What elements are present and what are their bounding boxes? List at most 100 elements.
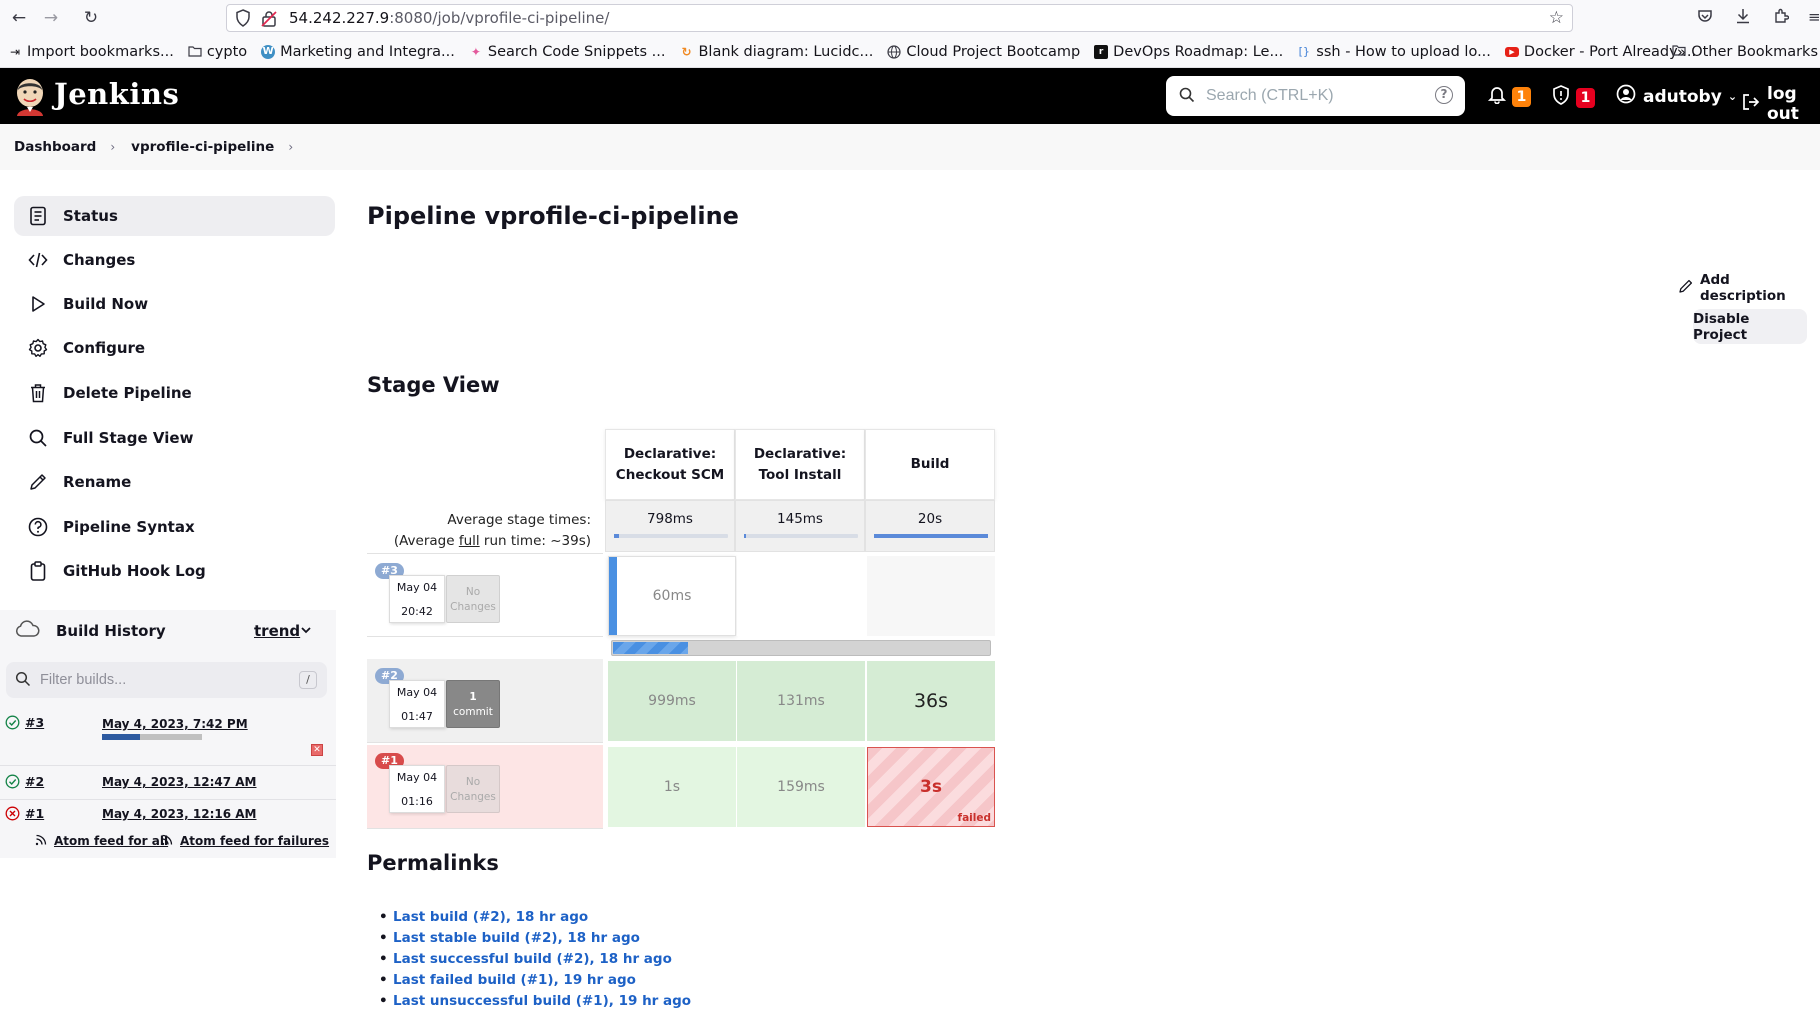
gear-icon bbox=[28, 338, 48, 358]
run-row-2[interactable]: #2 May 04 01:47 1 commit bbox=[367, 659, 603, 743]
atom-feed-failures-link[interactable]: Atom feed for failures bbox=[180, 834, 329, 848]
bookmark-star-icon[interactable]: ☆ bbox=[1549, 8, 1564, 28]
status-icon bbox=[28, 206, 48, 226]
search-box[interactable]: ? bbox=[1166, 76, 1465, 116]
sidebar-item-changes[interactable]: Changes bbox=[14, 240, 335, 280]
breadcrumb-job[interactable]: vprofile-ci-pipeline bbox=[131, 139, 274, 155]
downloads-icon[interactable] bbox=[1735, 8, 1751, 28]
notifications-button[interactable]: 1 bbox=[1487, 84, 1531, 109]
run-progress-bar bbox=[611, 640, 991, 656]
sidebar-item-rename[interactable]: Rename bbox=[14, 462, 335, 502]
back-icon[interactable]: ← bbox=[8, 7, 30, 29]
sidebar-item-pipeline-syntax[interactable]: Pipeline Syntax bbox=[14, 507, 335, 547]
stage-cell-failed[interactable]: 3s failed bbox=[867, 747, 995, 827]
security-button[interactable]: 1 bbox=[1551, 84, 1595, 111]
search-input[interactable] bbox=[1206, 87, 1416, 105]
success-icon bbox=[5, 715, 20, 733]
bookmark-snippets[interactable]: ✦ Search Code Snippets ... bbox=[469, 44, 666, 60]
bookmark-cloud-bootcamp[interactable]: Cloud Project Bootcamp bbox=[887, 44, 1080, 60]
shield-icon[interactable] bbox=[235, 9, 251, 31]
address-bar[interactable]: 54.242.227.9:8080/job/vprofile-ci-pipeli… bbox=[226, 4, 1573, 32]
run-row-1[interactable]: #1 May 04 01:16 No Changes bbox=[367, 745, 603, 829]
run-changes-line2: Changes bbox=[450, 601, 496, 613]
stage-cell-success[interactable]: 1s bbox=[608, 747, 736, 827]
run-date-day: May 04 bbox=[396, 581, 438, 594]
sidebar-item-github-hook-log[interactable]: GitHub Hook Log bbox=[14, 551, 335, 591]
trash-icon bbox=[28, 383, 48, 403]
stage-duration: 60ms bbox=[652, 588, 692, 604]
cancel-build-icon[interactable]: ✕ bbox=[311, 744, 323, 756]
build-progress-bar bbox=[102, 734, 202, 740]
pocket-icon[interactable] bbox=[1697, 8, 1713, 28]
forward-icon[interactable]: → bbox=[40, 7, 62, 29]
run-row-3[interactable]: #3 May 04 20:42 No Changes bbox=[367, 553, 603, 637]
stage-cell-success[interactable]: 36s bbox=[867, 661, 995, 741]
insecure-lock-icon[interactable] bbox=[261, 10, 277, 31]
jenkins-logo-icon[interactable] bbox=[12, 76, 48, 116]
bookmark-cypto[interactable]: cypto bbox=[188, 44, 247, 60]
stage-cell-success[interactable]: 159ms bbox=[737, 747, 865, 827]
logout-button[interactable]: log out bbox=[1741, 84, 1820, 124]
reload-icon[interactable]: ↻ bbox=[80, 7, 102, 29]
build-date-link[interactable]: May 4, 2023, 7:42 PM bbox=[102, 717, 248, 731]
build-number-link[interactable]: #3 bbox=[25, 715, 44, 730]
sidebar-item-build-now[interactable]: Build Now bbox=[14, 284, 335, 324]
filter-builds-box[interactable]: / bbox=[6, 662, 327, 698]
jenkins-title[interactable]: Jenkins bbox=[54, 77, 179, 111]
search-icon bbox=[1178, 86, 1196, 108]
build-row-2[interactable]: #2 May 4, 2023, 12:47 AM bbox=[0, 771, 336, 797]
atom-feed-all-link[interactable]: Atom feed for all bbox=[54, 834, 168, 848]
bookmark-import[interactable]: ⇥ Import bookmarks... bbox=[8, 44, 174, 60]
clipboard-icon bbox=[28, 561, 48, 581]
avg-time-checkout-scm: 798ms bbox=[605, 500, 735, 552]
avg-label-full: full bbox=[458, 533, 480, 549]
stage-cell-running[interactable]: 60ms bbox=[608, 556, 736, 636]
atom-feeds: Atom feed for all Atom feed for failures bbox=[0, 831, 336, 855]
run-changes[interactable]: 1 commit bbox=[446, 680, 500, 728]
build-date-link[interactable]: May 4, 2023, 12:16 AM bbox=[102, 807, 257, 821]
bookmark-marketing[interactable]: W Marketing and Integra... bbox=[261, 44, 455, 60]
sidebar-item-label: Full Stage View bbox=[63, 429, 194, 447]
permalink-last-build[interactable]: Last build (#2), 18 hr ago bbox=[379, 909, 588, 925]
trend-link[interactable]: trend bbox=[254, 622, 300, 640]
disable-project-button[interactable]: Disable Project bbox=[1693, 309, 1807, 344]
roadmap-icon: r bbox=[1094, 44, 1109, 59]
add-description-link[interactable]: Add description bbox=[1678, 272, 1820, 304]
stage-cell-success[interactable]: 131ms bbox=[737, 661, 865, 741]
breadcrumb-dashboard[interactable]: Dashboard bbox=[14, 139, 96, 155]
other-bookmarks[interactable]: Other Bookmarks bbox=[1672, 44, 1818, 60]
user-menu[interactable]: adutoby ⌄ bbox=[1616, 84, 1737, 109]
permalink-last-failed-build[interactable]: Last failed build (#1), 19 hr ago bbox=[379, 972, 636, 988]
stage-header-build[interactable]: Build bbox=[865, 429, 995, 500]
bookmark-lucid[interactable]: ↻ Blank diagram: Lucidc... bbox=[679, 44, 873, 60]
permalink-last-stable-build[interactable]: Last stable build (#2), 18 hr ago bbox=[379, 930, 640, 946]
avg-label-line2: (Average full run time: ~39s) bbox=[360, 531, 591, 552]
menu-icon[interactable]: ≡ bbox=[1808, 8, 1820, 26]
permalink-last-unsuccessful-build[interactable]: Last unsuccessful build (#1), 19 hr ago bbox=[379, 993, 691, 1009]
permalink-last-successful-build[interactable]: Last successful build (#2), 18 hr ago bbox=[379, 951, 672, 967]
sidebar-item-delete-pipeline[interactable]: Delete Pipeline bbox=[14, 373, 335, 413]
url-path: :8080/job/vprofile-ci-pipeline/ bbox=[389, 9, 610, 27]
chevron-right-icon[interactable]: › bbox=[288, 140, 293, 154]
chevron-down-icon: ⌄ bbox=[1727, 90, 1738, 103]
build-number-link[interactable]: #1 bbox=[25, 806, 44, 821]
build-date-link[interactable]: May 4, 2023, 12:47 AM bbox=[102, 775, 257, 789]
extensions-icon[interactable] bbox=[1773, 8, 1790, 28]
bookmark-devops-roadmap[interactable]: r DevOps Roadmap: Le... bbox=[1094, 44, 1283, 60]
sidebar-item-configure[interactable]: Configure bbox=[14, 328, 335, 368]
sidebar-item-status[interactable]: Status bbox=[14, 196, 335, 236]
build-row-1[interactable]: #1 May 4, 2023, 12:16 AM bbox=[0, 803, 336, 829]
bookmark-docker[interactable]: ▶ Docker - Port Already ... bbox=[1504, 44, 1696, 60]
build-number-link[interactable]: #2 bbox=[25, 774, 44, 789]
stage-header-tool-install[interactable]: Declarative: Tool Install bbox=[735, 429, 865, 500]
filter-builds-input[interactable] bbox=[40, 672, 280, 688]
avg-time-tool-install: 145ms bbox=[735, 500, 865, 552]
stage-cell-success[interactable]: 999ms bbox=[608, 661, 736, 741]
sidebar-item-full-stage-view[interactable]: Full Stage View bbox=[14, 418, 335, 458]
build-row-3[interactable]: #3 May 4, 2023, 7:42 PM ✕ bbox=[0, 712, 336, 764]
stage-name-line: Tool Install bbox=[758, 466, 842, 483]
chevron-down-icon[interactable] bbox=[300, 622, 312, 640]
stage-header-checkout-scm[interactable]: Declarative: Checkout SCM bbox=[605, 429, 735, 500]
bookmark-ssh[interactable]: [} ssh - How to upload lo... bbox=[1297, 44, 1491, 60]
help-icon[interactable]: ? bbox=[1435, 86, 1453, 104]
